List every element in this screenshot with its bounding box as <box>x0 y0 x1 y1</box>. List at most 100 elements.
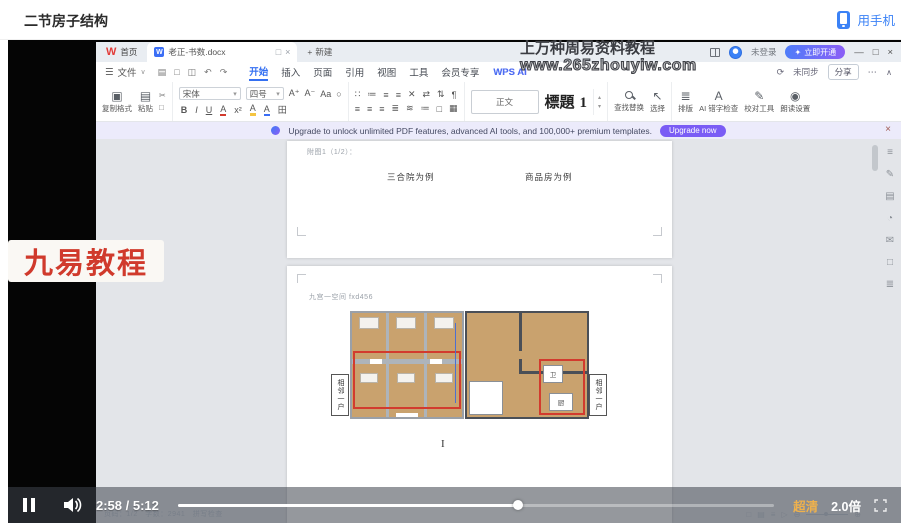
undo-icon[interactable]: ↶ <box>204 67 212 78</box>
copy-icon[interactable]: □ <box>159 103 166 112</box>
file-menu[interactable]: ☰ 文件 ∨ <box>105 65 146 79</box>
progress-handle[interactable] <box>513 500 523 510</box>
print-icon[interactable]: □ <box>174 67 179 77</box>
shrink-font-icon[interactable]: A⁻ <box>304 88 315 99</box>
borders-icon[interactable]: ▦ <box>449 103 458 114</box>
select-button[interactable]: ↖ 选择 <box>650 90 665 114</box>
bullets-icon[interactable]: ∷ <box>355 89 361 100</box>
shading-icon[interactable]: □ <box>437 104 442 114</box>
style-scroll-down-icon[interactable]: ▾ <box>598 103 601 110</box>
upgrade-now-button[interactable]: Upgrade now <box>660 125 726 137</box>
label-courtyard-example: 三合院为例 <box>387 171 435 183</box>
outline-icon[interactable]: ≡ <box>887 147 893 158</box>
indent-icon[interactable]: ≡ <box>396 90 401 100</box>
underline-icon[interactable]: U <box>206 105 213 115</box>
line-break-icon[interactable]: ⇅ <box>437 89 445 100</box>
avatar[interactable] <box>729 46 742 59</box>
quality-button[interactable]: 超清 <box>793 496 818 515</box>
distribute-icon[interactable]: ≋ <box>406 103 414 114</box>
restore-button[interactable]: □ <box>873 47 879 58</box>
italic-icon[interactable]: I <box>195 105 198 115</box>
font-name-select[interactable]: 宋体▾ <box>179 87 241 100</box>
menu-tab-member[interactable]: 会员专享 <box>441 65 479 79</box>
speed-button[interactable]: 2.0倍 <box>831 496 861 515</box>
menu-tab-home[interactable]: 开始 <box>249 64 268 81</box>
char-border-icon[interactable]: 田 <box>278 103 287 116</box>
list-icon[interactable]: ≣ <box>886 279 894 290</box>
more-icon[interactable]: ⋯ <box>868 67 878 78</box>
split-window-icon[interactable] <box>710 48 720 57</box>
typeset-button[interactable]: ≣ 排版 <box>678 90 693 114</box>
paste-button[interactable]: ▤ 粘贴 <box>138 90 153 114</box>
menu-tab-insert[interactable]: 插入 <box>281 65 300 79</box>
pages-icon[interactable]: ▤ <box>885 191 894 202</box>
read-settings-button[interactable]: ◉ 朗读设置 <box>780 90 810 114</box>
edit-icon[interactable]: ✎ <box>886 169 894 180</box>
style-body-text[interactable]: 正文 <box>471 90 539 114</box>
banner-text: Upgrade to unlock unlimited PDF features… <box>288 126 652 136</box>
scrollbar-thumb[interactable] <box>872 145 878 171</box>
panel-icon[interactable]: □ <box>887 257 893 268</box>
superscript-icon[interactable]: x² <box>234 105 242 115</box>
collapse-ribbon-icon[interactable]: ∧ <box>886 68 892 77</box>
text-direction-icon[interactable]: ✕ <box>408 89 416 100</box>
fullscreen-icon[interactable] <box>874 499 887 512</box>
preview-icon[interactable]: ◫ <box>188 67 197 78</box>
outdent-icon[interactable]: ≡ <box>383 90 388 100</box>
history-icon[interactable]: ◔ <box>887 213 893 224</box>
save-icon[interactable]: ▤ <box>158 67 167 78</box>
ai-check-button[interactable]: A AI 错字检查 <box>699 90 738 114</box>
document-area[interactable]: 附图1（1/2）： 三合院为例 商品房为例 九宫一空间 fxd456 相邻一户 <box>96 139 901 523</box>
redo-icon[interactable]: ↷ <box>220 67 228 78</box>
menu-tab-tools[interactable]: 工具 <box>409 65 428 79</box>
document-tab[interactable]: W 老正-书数.docx □ × <box>147 42 297 62</box>
share-button[interactable]: 分享 <box>828 64 859 80</box>
doc-close-icon[interactable]: × <box>285 47 290 57</box>
neighbor-unit-label-right: 相邻一户 <box>589 374 607 416</box>
dimension-line <box>455 323 456 403</box>
font-color-icon[interactable]: A <box>220 104 226 116</box>
menu-tab-page[interactable]: 页面 <box>313 65 332 79</box>
cut-icon[interactable]: ✂ <box>159 91 166 100</box>
find-replace-button[interactable]: 查找替换 <box>614 91 644 113</box>
bold-icon[interactable]: B <box>181 105 188 115</box>
floorplan-apartment: 卫 厨 <box>465 311 589 419</box>
align-center-icon[interactable]: ≡ <box>367 104 372 114</box>
justify-icon[interactable]: ≣ <box>391 103 399 114</box>
new-tab-button[interactable]: + 新建 <box>297 46 342 58</box>
grow-font-icon[interactable]: A⁺ <box>289 88 300 99</box>
menu-tab-view[interactable]: 视图 <box>377 65 396 79</box>
style-heading1[interactable]: 標題 1 <box>545 91 588 112</box>
show-marks-icon[interactable]: ¶ <box>452 90 457 100</box>
wps-home-tab[interactable]: W 首页 <box>96 46 147 58</box>
doc-pin-icon[interactable]: □ <box>276 47 281 57</box>
highlight-icon[interactable]: A <box>250 103 256 116</box>
minimize-button[interactable]: — <box>854 47 864 58</box>
align-left-icon[interactable]: ≡ <box>355 104 360 114</box>
banner-close-icon[interactable]: × <box>885 124 891 135</box>
comment-icon[interactable]: ✉ <box>886 235 894 246</box>
line-spacing-icon[interactable]: ≔ <box>421 103 430 114</box>
char-shading-icon[interactable]: A <box>264 104 270 116</box>
volume-icon[interactable] <box>63 497 83 513</box>
font-size-select[interactable]: 四号▾ <box>246 87 284 100</box>
pause-button[interactable] <box>22 497 36 513</box>
format-painter-button[interactable]: ▣ 复制格式 <box>102 90 132 114</box>
change-case-icon[interactable]: Aa <box>320 89 331 99</box>
numbering-icon[interactable]: ≔ <box>367 89 376 100</box>
upgrade-pill-button[interactable]: ✦ 立即开通 <box>785 45 845 59</box>
sort-icon[interactable]: ⇄ <box>423 89 431 100</box>
sync-status[interactable]: 未同步 <box>793 66 819 78</box>
align-right-icon[interactable]: ≡ <box>379 104 384 114</box>
menu-tab-reference[interactable]: 引用 <box>345 65 364 79</box>
proof-tools-button[interactable]: ✎ 校对工具 <box>744 90 774 114</box>
vertical-scrollbar[interactable] <box>872 143 878 499</box>
close-button[interactable]: × <box>887 47 893 58</box>
clear-format-icon[interactable]: ○ <box>336 89 341 99</box>
watch-on-phone-link[interactable]: 用手机 <box>837 10 895 29</box>
login-status[interactable]: 未登录 <box>751 46 777 58</box>
style-scroll-up-icon[interactable]: ▴ <box>598 94 601 101</box>
video-player[interactable]: W 首页 W 老正-书数.docx □ × + 新建 未登录 <box>8 40 901 523</box>
progress-bar[interactable] <box>178 504 774 507</box>
wps-tabbar: W 首页 W 老正-书数.docx □ × + 新建 未登录 <box>96 42 901 62</box>
